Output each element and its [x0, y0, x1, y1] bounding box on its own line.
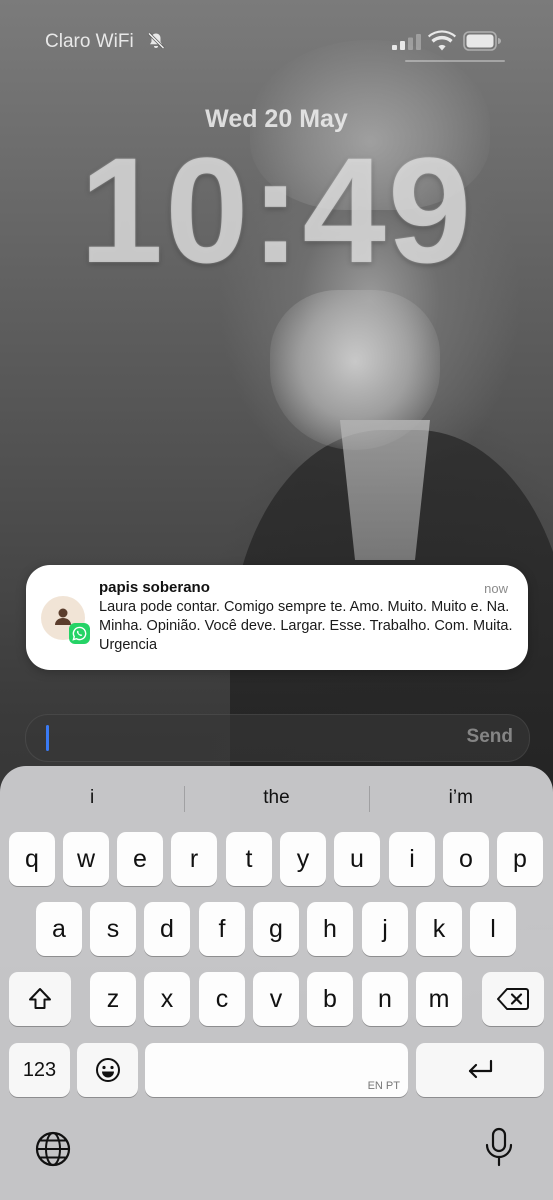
cellular-signal-icon [392, 34, 421, 50]
whatsapp-notification[interactable]: papis soberano now Laura pode contar. Co… [26, 565, 528, 670]
key-u[interactable]: u [334, 832, 380, 886]
key-t[interactable]: t [226, 832, 272, 886]
wifi-icon [428, 30, 456, 51]
send-button[interactable]: Send [467, 726, 513, 748]
key-y[interactable]: y [280, 832, 326, 886]
key-l[interactable]: l [470, 902, 516, 956]
key-q[interactable]: q [9, 832, 55, 886]
notification-sender: papis soberano [99, 579, 210, 596]
wallpaper-portrait-beard [270, 290, 440, 450]
key-n[interactable]: n [362, 972, 408, 1026]
prediction-suggestion[interactable]: i’m [368, 778, 553, 818]
notification-time: now [484, 581, 508, 596]
key-o[interactable]: o [443, 832, 489, 886]
key-d[interactable]: d [144, 902, 190, 956]
microphone-icon[interactable] [484, 1127, 514, 1169]
lock-screen-clock: 10:49 [79, 126, 474, 294]
emoji-key[interactable] [77, 1043, 138, 1097]
key-g[interactable]: g [253, 902, 299, 956]
key-c[interactable]: c [199, 972, 245, 1026]
key-a[interactable]: a [36, 902, 82, 956]
key-i[interactable]: i [389, 832, 435, 886]
carrier-label: Claro WiFi [45, 31, 134, 52]
key-m[interactable]: m [416, 972, 462, 1026]
battery-icon [463, 31, 501, 51]
key-x[interactable]: x [144, 972, 190, 1026]
key-b[interactable]: b [307, 972, 353, 1026]
notification-message: Laura pode contar. Comigo sempre te. Amo… [99, 599, 513, 653]
prediction-suggestion[interactable]: the [184, 778, 368, 818]
key-j[interactable]: j [362, 902, 408, 956]
reply-input[interactable]: Send [25, 714, 530, 762]
space-bar[interactable]: EN PT [145, 1043, 408, 1097]
key-p[interactable]: p [497, 832, 543, 886]
return-icon [468, 1059, 493, 1079]
key-k[interactable]: k [416, 902, 462, 956]
key-f[interactable]: f [199, 902, 245, 956]
globe-icon[interactable] [34, 1130, 72, 1168]
delete-icon [497, 988, 529, 1010]
status-indicator-line [405, 60, 505, 62]
key-z[interactable]: z [90, 972, 136, 1026]
text-cursor [46, 725, 49, 751]
key-r[interactable]: r [171, 832, 217, 886]
prediction-suggestion[interactable]: i [0, 778, 184, 818]
key-h[interactable]: h [307, 902, 353, 956]
emoji-icon [95, 1058, 120, 1082]
key-e[interactable]: e [117, 832, 163, 886]
key-v[interactable]: v [253, 972, 299, 1026]
return-key[interactable] [416, 1043, 544, 1097]
key-s[interactable]: s [90, 902, 136, 956]
numbers-key[interactable]: 123 [9, 1043, 70, 1097]
shift-key[interactable] [9, 972, 71, 1026]
shift-icon [29, 988, 51, 1009]
predictive-text-bar: i the i’m [0, 778, 553, 818]
delete-key[interactable] [482, 972, 544, 1026]
keyboard-language-hint: EN PT [367, 1080, 400, 1092]
key-w[interactable]: w [63, 832, 109, 886]
whatsapp-icon [69, 623, 90, 644]
bell-slash-icon [147, 32, 165, 50]
status-bar: Claro WiFi [0, 0, 553, 80]
